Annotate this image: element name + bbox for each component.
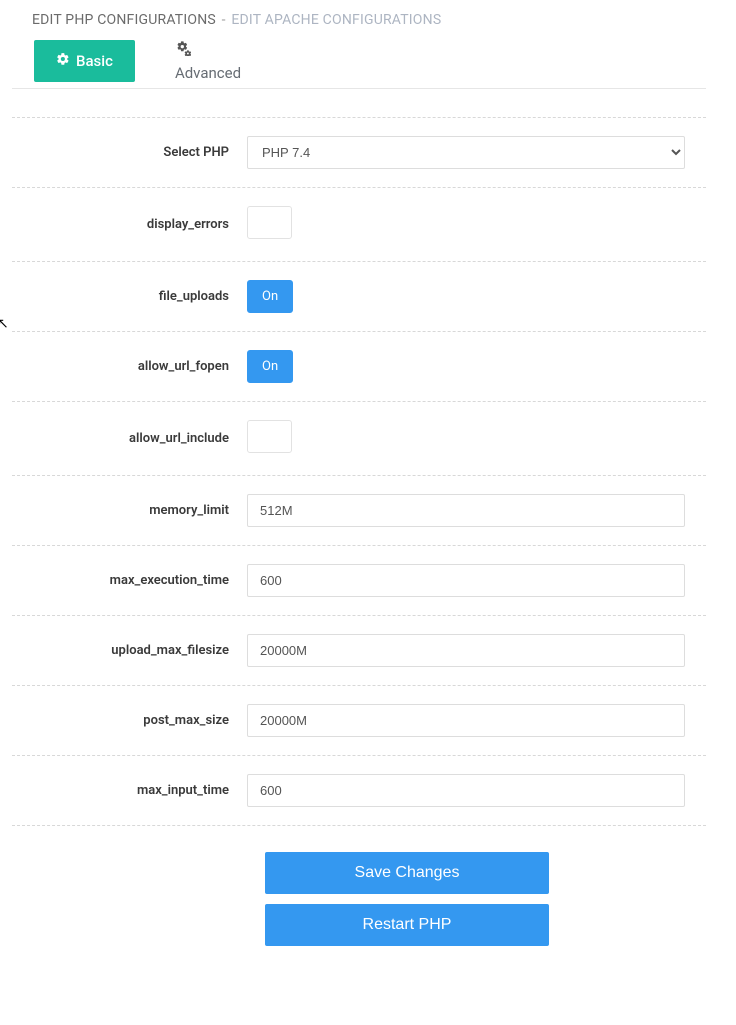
breadcrumb-sep: - bbox=[222, 12, 226, 28]
row-post-max-size: post_max_size bbox=[12, 686, 706, 756]
tab-basic-label: Basic bbox=[76, 52, 113, 70]
row-max-input-time: max_input_time bbox=[12, 756, 706, 826]
toggle-display-errors[interactable] bbox=[247, 206, 292, 239]
restart-button[interactable]: Restart PHP bbox=[265, 904, 549, 946]
row-display-errors: display_errors bbox=[12, 188, 706, 262]
label-post-max-size: post_max_size bbox=[12, 713, 247, 728]
label-max-input-time: max_input_time bbox=[12, 783, 247, 798]
label-max-execution-time: max_execution_time bbox=[12, 573, 247, 588]
divider bbox=[12, 88, 706, 89]
row-allow-url-fopen: allow_url_fopen On bbox=[12, 332, 706, 402]
label-memory-limit: memory_limit bbox=[12, 503, 247, 518]
toggle-allow-url-fopen[interactable]: On bbox=[247, 350, 293, 383]
input-max-execution-time[interactable] bbox=[247, 564, 685, 597]
toggle-file-uploads[interactable]: On bbox=[247, 280, 293, 313]
form-area: Select PHP PHP 7.4 display_errors file_u… bbox=[12, 117, 706, 946]
input-upload-max-filesize[interactable] bbox=[247, 634, 685, 667]
input-max-input-time[interactable] bbox=[247, 774, 685, 807]
label-upload-max-filesize: upload_max_filesize bbox=[12, 643, 247, 658]
row-upload-max-filesize: upload_max_filesize bbox=[12, 616, 706, 686]
breadcrumb-inactive-link[interactable]: EDIT APACHE CONFIGURATIONS bbox=[231, 12, 441, 28]
tabs: Basic Advanced bbox=[12, 40, 706, 82]
tab-advanced[interactable]: Advanced bbox=[175, 40, 241, 82]
breadcrumb: EDIT PHP CONFIGURATIONS - EDIT APACHE CO… bbox=[12, 12, 706, 28]
row-file-uploads: file_uploads On bbox=[12, 262, 706, 332]
toggle-allow-url-include[interactable] bbox=[247, 420, 292, 453]
label-allow-url-include: allow_url_include bbox=[12, 431, 247, 446]
label-display-errors: display_errors bbox=[12, 217, 247, 232]
tab-advanced-label: Advanced bbox=[175, 64, 241, 82]
label-file-uploads: file_uploads bbox=[12, 289, 247, 304]
breadcrumb-active: EDIT PHP CONFIGURATIONS bbox=[32, 12, 216, 28]
button-row: Save Changes Restart PHP bbox=[12, 852, 706, 946]
row-memory-limit: memory_limit bbox=[12, 476, 706, 546]
row-allow-url-include: allow_url_include bbox=[12, 402, 706, 476]
input-memory-limit[interactable] bbox=[247, 494, 685, 527]
label-allow-url-fopen: allow_url_fopen bbox=[12, 359, 247, 374]
tab-basic[interactable]: Basic bbox=[34, 40, 135, 82]
input-post-max-size[interactable] bbox=[247, 704, 685, 737]
gear-icon bbox=[56, 52, 70, 70]
row-select-php: Select PHP PHP 7.4 bbox=[12, 117, 706, 188]
row-max-execution-time: max_execution_time bbox=[12, 546, 706, 616]
label-select-php: Select PHP bbox=[12, 145, 247, 160]
save-button[interactable]: Save Changes bbox=[265, 852, 549, 894]
gears-icon bbox=[175, 40, 191, 60]
select-php-dropdown[interactable]: PHP 7.4 bbox=[247, 136, 685, 169]
